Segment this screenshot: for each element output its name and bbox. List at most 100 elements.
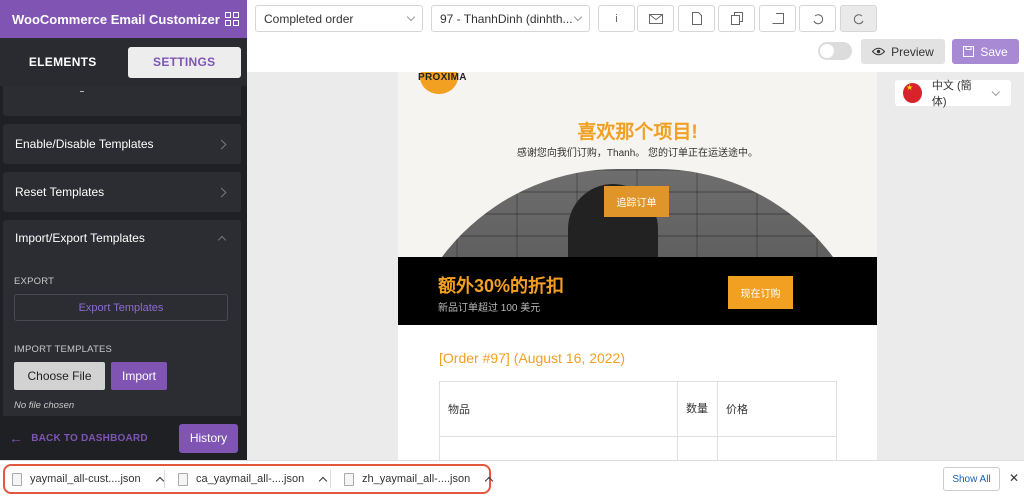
eye-icon [872, 47, 886, 56]
download-filename: ca_yaymail_all-....json [196, 473, 305, 485]
order-select-value: 97 - ThanhDinh (dinhth... [440, 11, 573, 26]
chevron-down-icon [573, 12, 583, 21]
import-label: IMPORT TEMPLATES [14, 344, 113, 355]
preview-label: Preview [891, 44, 934, 59]
chevron-up-icon [217, 235, 227, 245]
sidebar-item-partial[interactable] [3, 86, 241, 116]
download-item[interactable]: zh_yaymail_all-....json [344, 469, 494, 489]
tab-elements[interactable]: ELEMENTS [6, 47, 120, 78]
return-button[interactable] [759, 5, 796, 32]
table-cell [439, 436, 678, 460]
banner-title: 额外30%的折扣 [438, 276, 565, 296]
info-button[interactable]: i [598, 5, 635, 32]
import-export-panel: Import/Export Templates EXPORT Export Te… [3, 220, 241, 416]
preview-toggle[interactable] [818, 42, 852, 60]
sidebar-header: WooCommerce Email Customizer [0, 0, 247, 38]
table-header-item: 物品 [439, 381, 678, 437]
chevron-right-icon [216, 187, 227, 197]
sidebar-item-label: Import/Export Templates [15, 231, 145, 245]
undo-icon [813, 13, 823, 24]
download-item[interactable]: yaymail_all-cust....json [12, 469, 164, 489]
history-button[interactable]: History [179, 423, 238, 453]
copy-button[interactable] [718, 5, 755, 32]
app-window: WooCommerce Email Customizer ELEMENTS SE… [0, 0, 1024, 496]
email-canvas: 中文 (簡体) PROXIMA 喜欢那个项目! 感谢您向我们订购，Thanh。 … [247, 72, 1024, 460]
template-select[interactable]: Completed order [255, 5, 423, 32]
banner-subtitle: 新品订单超过 100 美元 [438, 303, 541, 314]
sidebar-scroll-area[interactable]: Enable/Disable Templates Reset Templates… [0, 86, 247, 416]
language-label: 中文 (簡体) [931, 80, 972, 108]
table-header-price: 价格 [717, 381, 837, 437]
logo-text: PROXIMA [418, 72, 467, 83]
close-icon[interactable]: ✕ [1009, 471, 1019, 485]
redo-icon [853, 13, 863, 24]
table-cell [717, 436, 837, 460]
tab-settings[interactable]: SETTINGS [127, 46, 241, 78]
download-filename: yaymail_all-cust....json [30, 473, 141, 485]
table-cell [677, 436, 718, 460]
divider [164, 470, 165, 488]
order-table: 物品 数量 价格 [439, 381, 837, 460]
order-now-button[interactable]: 现在订购 [728, 276, 793, 309]
file-icon [12, 472, 22, 486]
file-icon [178, 472, 188, 486]
order-select[interactable]: 97 - ThanhDinh (dinhth... [431, 5, 590, 32]
template-select-value: Completed order [264, 11, 354, 26]
mail-icon [648, 13, 663, 24]
download-item[interactable]: ca_yaymail_all-....json [178, 469, 328, 489]
copy-icon [730, 12, 743, 25]
app-title: WooCommerce Email Customizer [12, 11, 220, 27]
caret-up-icon[interactable] [155, 476, 164, 485]
redo-button[interactable] [840, 5, 877, 32]
track-order-button[interactable]: 追踪订单 [604, 186, 669, 217]
email-hero[interactable]: PROXIMA 喜欢那个项目! 感谢您向我们订购，Thanh。 您的订单正在运送… [398, 72, 877, 257]
email-preview: PROXIMA 喜欢那个项目! 感谢您向我们订购，Thanh。 您的订单正在运送… [398, 72, 877, 460]
sidebar-item-label: Reset Templates [15, 185, 105, 199]
promo-banner[interactable]: 额外30%的折扣 新品订单超过 100 美元 现在订购 [398, 257, 877, 325]
choose-file-button[interactable]: Choose File [14, 362, 105, 390]
export-label: EXPORT [14, 276, 55, 287]
table-header-row: 物品 数量 价格 [439, 381, 837, 437]
sidebar-item-label: Enable/Disable Templates [15, 137, 154, 151]
sidebar-footer: ← BACK TO DASHBOARD History [0, 416, 247, 460]
caret-up-icon[interactable] [484, 476, 494, 485]
arrow-left-icon: ← [9, 430, 24, 446]
show-all-button[interactable]: Show All [943, 467, 1000, 491]
file-icon [344, 472, 354, 486]
document-icon [691, 12, 702, 25]
send-email-button[interactable] [637, 5, 674, 32]
language-select[interactable]: 中文 (簡体) [895, 80, 1011, 108]
sidebar-item-enable-disable[interactable]: Enable/Disable Templates [3, 124, 241, 164]
undo-button[interactable] [799, 5, 836, 32]
hero-subtitle: 感谢您向我们订购，Thanh。 您的订单正在运送途中。 [516, 148, 759, 159]
document-button[interactable] [678, 5, 715, 32]
top-toolbar: Completed order 97 - ThanhDinh (dinhth..… [247, 0, 1024, 72]
preview-button[interactable]: Preview [861, 39, 945, 64]
chevron-down-icon [991, 87, 1001, 96]
back-label: BACK TO DASHBOARD [31, 432, 148, 444]
hero-title: 喜欢那个项目! [577, 122, 698, 143]
no-file-text: No file chosen [14, 400, 75, 411]
chevron-down-icon [406, 12, 416, 21]
sidebar-item-import-export[interactable]: Import/Export Templates [3, 220, 241, 256]
table-row [439, 436, 837, 460]
order-title: [Order #97] (August 16, 2022) [439, 350, 625, 366]
export-templates-button[interactable]: Export Templates [14, 294, 228, 321]
download-filename: zh_yaymail_all-....json [362, 473, 471, 485]
grid-icon[interactable] [225, 12, 239, 26]
back-to-dashboard-link[interactable]: ← BACK TO DASHBOARD [9, 430, 148, 446]
sidebar-tabs: ELEMENTS SETTINGS [0, 38, 247, 86]
sidebar: WooCommerce Email Customizer ELEMENTS SE… [0, 0, 247, 460]
info-icon: i [615, 12, 618, 25]
return-icon [772, 13, 784, 24]
save-icon [963, 46, 975, 57]
china-flag-icon [903, 83, 922, 103]
caret-up-icon[interactable] [318, 476, 328, 485]
divider [330, 470, 331, 488]
save-button[interactable]: Save [952, 39, 1019, 64]
chevron-right-icon [216, 139, 227, 149]
table-header-qty: 数量 [677, 381, 718, 437]
download-bar: yaymail_all-cust....json ca_yaymail_all-… [0, 460, 1024, 496]
import-button[interactable]: Import [111, 362, 167, 390]
sidebar-item-reset[interactable]: Reset Templates [3, 172, 241, 212]
